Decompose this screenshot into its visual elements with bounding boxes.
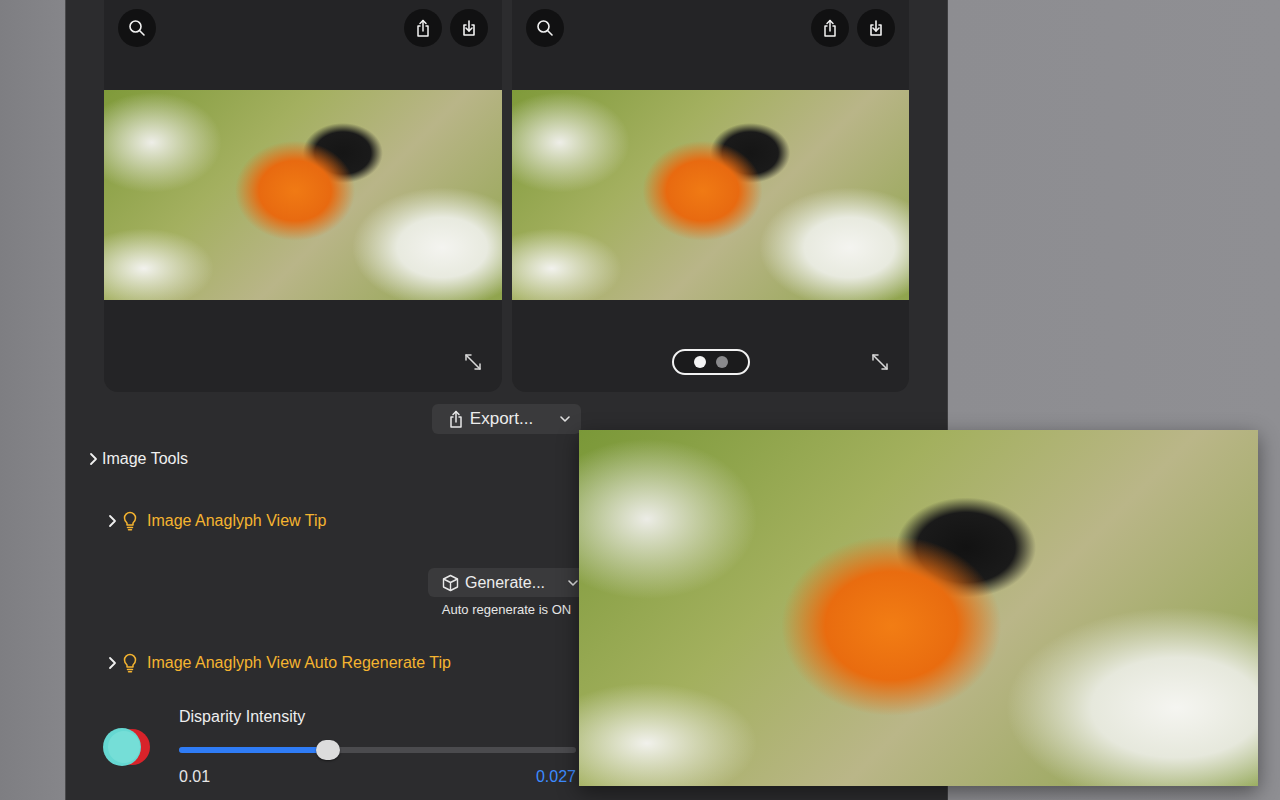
- expand-icon[interactable]: [464, 353, 482, 371]
- generate-button[interactable]: Generate...: [428, 568, 585, 597]
- slider-values: 0.01 0.027: [179, 769, 576, 785]
- anaglyph-preview-window[interactable]: [579, 430, 1258, 786]
- save-button[interactable]: [857, 9, 895, 47]
- slider-fill: [179, 747, 328, 753]
- share-button[interactable]: [811, 9, 849, 47]
- page-indicator[interactable]: [672, 349, 750, 375]
- chevron-right-icon[interactable]: [88, 452, 98, 466]
- search-icon: [128, 19, 146, 37]
- page-dot[interactable]: [694, 356, 706, 368]
- chevron-down-icon[interactable]: [559, 415, 571, 423]
- slider-label: Disparity Intensity: [179, 708, 576, 726]
- lightbulb-icon: [123, 511, 137, 531]
- slider-min: 0.01: [179, 769, 210, 785]
- slider-track-area[interactable]: [179, 740, 576, 760]
- save-button[interactable]: [450, 9, 488, 47]
- image-preview: [512, 90, 909, 300]
- share-icon: [822, 19, 838, 38]
- chevron-right-icon[interactable]: [107, 656, 117, 670]
- section-label[interactable]: Image Tools: [102, 450, 188, 468]
- page-dot[interactable]: [716, 356, 728, 368]
- zoom-button[interactable]: [526, 9, 564, 47]
- share-icon: [415, 19, 431, 38]
- download-icon: [868, 19, 884, 37]
- export-button[interactable]: Export...: [432, 404, 581, 434]
- chevron-down-icon[interactable]: [567, 579, 579, 587]
- image-panel: [104, 0, 502, 392]
- chevron-right-icon[interactable]: [107, 514, 117, 528]
- zoom-button[interactable]: [118, 9, 156, 47]
- slider-thumb[interactable]: [316, 740, 340, 760]
- share-icon: [448, 410, 464, 429]
- generate-label[interactable]: Generate...: [465, 574, 545, 592]
- search-icon: [536, 19, 554, 37]
- slider-track[interactable]: [179, 747, 576, 753]
- anaglyph-circles-icon: [100, 727, 154, 767]
- panel-toolbar: [104, 0, 502, 47]
- auto-regenerate-note: Auto regenerate is ON: [442, 603, 571, 617]
- panel-toolbar: [512, 0, 909, 47]
- disparity-slider: Disparity Intensity 0.01 0.027: [179, 708, 576, 785]
- tip-label[interactable]: Image Anaglyph View Auto Regenerate Tip: [147, 654, 451, 672]
- slider-value: 0.027: [536, 769, 576, 785]
- cube-icon: [442, 574, 459, 592]
- image-panel: [512, 0, 909, 392]
- expand-icon[interactable]: [871, 353, 889, 371]
- lightbulb-icon: [123, 653, 137, 673]
- panel-footer: [512, 348, 909, 376]
- share-button[interactable]: [404, 9, 442, 47]
- image-preview: [104, 90, 502, 300]
- image-panels: [104, 0, 909, 392]
- download-icon: [461, 19, 477, 37]
- tip-label[interactable]: Image Anaglyph View Tip: [147, 512, 326, 530]
- panel-footer: [104, 348, 502, 376]
- export-label[interactable]: Export...: [470, 409, 533, 429]
